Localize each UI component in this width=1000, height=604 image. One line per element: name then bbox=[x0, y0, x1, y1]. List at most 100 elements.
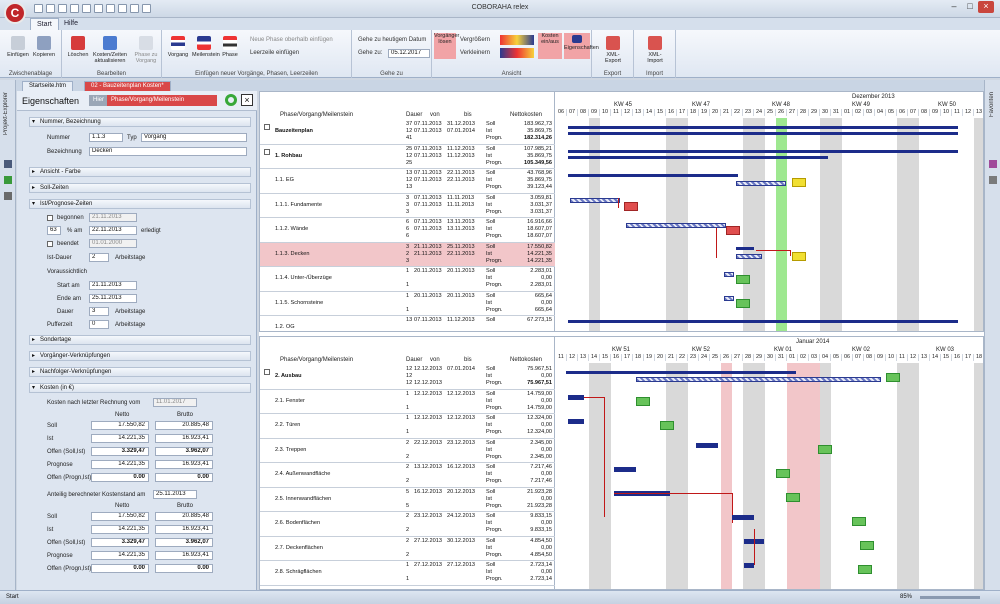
section-soll[interactable]: Soll-Zeiten bbox=[29, 183, 251, 193]
paste-button[interactable]: Einfügen bbox=[6, 34, 30, 58]
cost-flag-icon[interactable] bbox=[852, 517, 866, 526]
gantt-bar[interactable] bbox=[568, 126, 958, 129]
beendet-checkbox[interactable] bbox=[47, 241, 53, 247]
view-style-icons[interactable] bbox=[500, 35, 534, 45]
task-name[interactable]: 1. Rohbau bbox=[275, 153, 302, 159]
task-name[interactable]: 2.3. Treppen bbox=[275, 447, 306, 453]
table-row[interactable]: 2.4. Außenwandfläche 2 13.12.2013 16.12.201… bbox=[260, 463, 555, 488]
favorites-strip[interactable]: Favoriten bbox=[984, 80, 1000, 590]
task-name[interactable]: 2.6. Bodenflächen bbox=[275, 520, 320, 526]
book-icon[interactable] bbox=[4, 160, 12, 168]
task-bar[interactable] bbox=[732, 515, 754, 520]
copy-button[interactable]: Kopieren bbox=[32, 34, 56, 58]
cost-flag-icon[interactable] bbox=[776, 469, 790, 478]
planned-bar[interactable] bbox=[626, 223, 726, 228]
table-row[interactable]: 2. Ausbau 12 12.12.2013 07.01.2014 Soll 75.96… bbox=[260, 365, 555, 390]
cost-flag-icon[interactable] bbox=[786, 493, 800, 502]
email-icon[interactable] bbox=[118, 4, 127, 13]
cost-flag-icon[interactable] bbox=[726, 226, 740, 235]
print-icon[interactable] bbox=[70, 4, 79, 13]
percent-date[interactable]: 22.11.2013 bbox=[89, 226, 137, 235]
expand-checkbox[interactable] bbox=[264, 124, 270, 130]
task-name[interactable]: 1.2. OG bbox=[275, 324, 295, 330]
undo-icon[interactable] bbox=[82, 4, 91, 13]
cost-flag-icon[interactable] bbox=[858, 565, 872, 574]
planned-bar[interactable] bbox=[570, 198, 620, 203]
favorites-label[interactable]: Favoriten bbox=[989, 92, 995, 117]
task-name[interactable]: 1.1.5. Schornsteine bbox=[275, 300, 323, 306]
cost-flag-icon[interactable] bbox=[792, 252, 806, 261]
redo-icon[interactable] bbox=[94, 4, 103, 13]
dauer-field[interactable]: 3 bbox=[89, 307, 109, 316]
percent-field[interactable]: 63 bbox=[47, 226, 61, 235]
new-icon[interactable] bbox=[34, 4, 43, 13]
task-name[interactable]: 2.4. Außenwandfläche bbox=[275, 471, 330, 477]
excel-icon[interactable] bbox=[4, 176, 12, 184]
task-name[interactable]: 1.1.2. Wände bbox=[275, 226, 308, 232]
section-nummer[interactable]: Nummer, Bezeichnung bbox=[29, 117, 251, 127]
planned-bar[interactable] bbox=[724, 296, 734, 301]
goto-today-button[interactable]: Gehe zu heutigem Datum bbox=[358, 37, 426, 43]
minimize-icon[interactable]: – bbox=[946, 1, 962, 13]
task-bar[interactable] bbox=[696, 443, 718, 448]
begonnen-checkbox[interactable] bbox=[47, 215, 53, 221]
tab-hilfe[interactable]: Hilfe bbox=[58, 18, 84, 30]
task-name[interactable]: 2.8. Schrägflächen bbox=[275, 569, 322, 575]
gantt-bar[interactable] bbox=[568, 150, 958, 153]
col-dauer-2[interactable]: Dauer bbox=[406, 357, 422, 363]
save-icon[interactable] bbox=[58, 4, 67, 13]
table-row[interactable]: 2.3. Treppen 2 22.12.2013 23.12.2013 Soll 2.3… bbox=[260, 439, 555, 463]
section-sondertage[interactable]: Sondertage bbox=[29, 335, 251, 345]
task-bar[interactable] bbox=[744, 563, 754, 568]
table-row[interactable]: 1.1. EG 13 07.11.2013 22.11.2013 Soll 43.768,… bbox=[260, 169, 555, 194]
refresh-costs-button[interactable]: Kosten/Zeiten aktualisieren bbox=[92, 34, 128, 64]
gantt-bar[interactable] bbox=[736, 247, 754, 250]
planned-bar[interactable] bbox=[724, 272, 734, 277]
cost-flag-icon[interactable] bbox=[624, 202, 638, 211]
col-von-2[interactable]: von bbox=[430, 357, 440, 363]
puffer-field[interactable]: 0 bbox=[89, 320, 109, 329]
anteil-date[interactable]: 25.11.2013 bbox=[153, 490, 197, 499]
col-von[interactable]: von bbox=[430, 112, 440, 118]
cost-flag-icon[interactable] bbox=[636, 397, 650, 406]
table-row[interactable]: 1.1.3. Decken 3 21.11.2013 25.11.2013 Soll 17… bbox=[260, 242, 555, 267]
mode-select[interactable]: Phase/Vorgang/Meilenstein bbox=[107, 95, 217, 106]
section-ansicht[interactable]: Ansicht - Farbe bbox=[29, 167, 251, 177]
nummer-field[interactable]: 1.1.3 bbox=[89, 133, 123, 142]
app-logo[interactable]: C bbox=[4, 2, 26, 24]
cost-flag-icon[interactable] bbox=[886, 373, 900, 382]
task-name[interactable]: 1.1. EG bbox=[275, 177, 294, 183]
col-bis[interactable]: bis bbox=[464, 112, 472, 118]
add-task-button[interactable]: Vorgang bbox=[166, 34, 190, 58]
table-row[interactable]: 2.5. Innenwandflächen 5 16.12.2013 20.12.20… bbox=[260, 488, 555, 512]
task-name[interactable]: 2. Ausbau bbox=[275, 373, 302, 379]
tab-bauzeitenplan[interactable]: 02 - Bauzeitenplan Kosten* bbox=[84, 81, 171, 91]
table-row[interactable]: 1. Rohbau 25 07.11.2013 11.12.2013 Soll 107.9… bbox=[260, 145, 555, 169]
table-row[interactable]: Bauzeitenplan 37 07.11.2013 31.12.2013 Soll 1… bbox=[260, 120, 555, 145]
cost-flag-icon[interactable] bbox=[660, 421, 674, 430]
cost-flag-icon[interactable] bbox=[818, 445, 832, 454]
table-row[interactable]: 1.1.4. Unter-/Überzüge 1 20.11.2013 20.11.2… bbox=[260, 267, 555, 292]
quickaccess-dropdown-icon[interactable] bbox=[142, 4, 151, 13]
table-row[interactable]: 1.1.2. Wände 6 07.11.2013 13.11.2013 Soll 16.… bbox=[260, 218, 555, 243]
zoom-slider[interactable] bbox=[920, 596, 980, 599]
task-name[interactable]: 1.1.3. Decken bbox=[275, 251, 310, 257]
tab-start[interactable]: Start bbox=[30, 18, 59, 30]
xml-export-button[interactable]: XML-Export bbox=[600, 34, 626, 64]
section-nachfolger[interactable]: Nachfolger-Verknüpfungen bbox=[29, 367, 251, 377]
tab-startseite[interactable]: Startseite.htm bbox=[22, 81, 74, 91]
cost-flag-icon[interactable] bbox=[792, 178, 806, 187]
ende-date[interactable]: 25.11.2013 bbox=[89, 294, 137, 303]
xml-import-button[interactable]: XML-Import bbox=[642, 34, 668, 64]
task-name[interactable]: 1.1.1. Fundamente bbox=[275, 202, 322, 208]
table-row[interactable]: 1.2. OG 13 07.11.2013 11.12.2013 Soll 67.273,… bbox=[260, 316, 555, 331]
table-row[interactable]: 2.7. Deckenflächen 2 27.12.2013 30.12.2013 S… bbox=[260, 537, 555, 561]
close-icon[interactable]: × bbox=[978, 1, 994, 13]
zoom-out-button[interactable]: Verkleinern bbox=[460, 50, 490, 56]
col-name-2[interactable]: Phase/Vorgang/Meilenstein bbox=[280, 357, 353, 363]
col-dauer[interactable]: Dauer bbox=[406, 112, 422, 118]
costs-toggle[interactable]: Kosten ein/aus bbox=[538, 33, 562, 59]
goto-date-input[interactable]: 05.12.2017 bbox=[388, 49, 430, 58]
table-row[interactable]: 1.1.5. Schornsteine 1 20.11.2013 20.11.2013… bbox=[260, 292, 555, 316]
phase-to-task-button[interactable]: Phase zu Vorgang bbox=[132, 34, 160, 64]
